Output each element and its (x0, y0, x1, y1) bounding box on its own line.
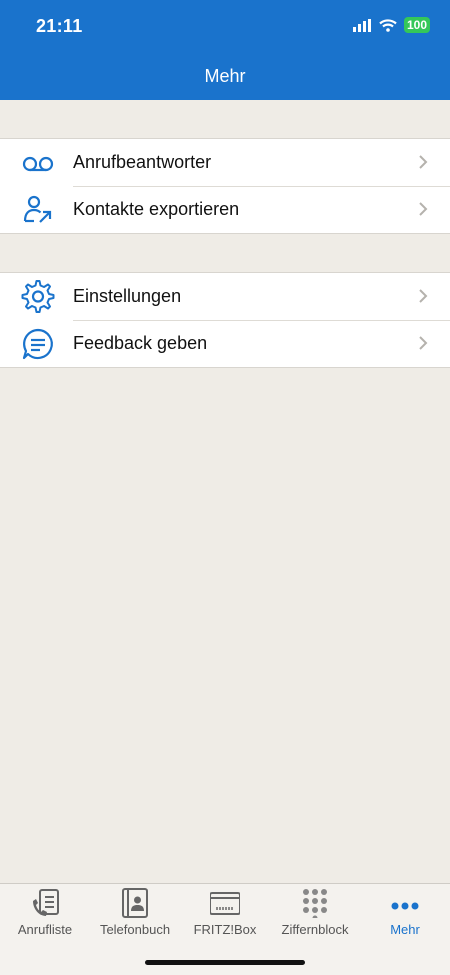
tab-telefonbuch[interactable]: Telefonbuch (90, 884, 180, 944)
menu-item-kontakte-exportieren[interactable]: Kontakte exportieren (0, 186, 450, 233)
tab-label: Anrufliste (17, 922, 73, 937)
chat-bubble-icon (22, 328, 53, 360)
menu-group-1: Anrufbeantworter Kontakte exportieren (0, 138, 450, 234)
keypad-icon (303, 889, 327, 918)
menu-item-label: Einstellungen (73, 286, 182, 306)
voicemail-icon (22, 156, 54, 172)
more-dots-icon (391, 902, 419, 910)
chevron-right-icon (419, 289, 428, 303)
tab-fritzbox[interactable]: FRITZ!Box (180, 884, 270, 944)
tab-label: Mehr (390, 922, 420, 937)
tab-ziffernblock[interactable]: Ziffernblock (270, 884, 360, 944)
gear-icon (21, 280, 55, 313)
menu-item-einstellungen[interactable]: Einstellungen (0, 273, 450, 320)
header: 21:11 100 Mehr (0, 0, 450, 100)
menu-item-label: Kontakte exportieren (73, 199, 240, 219)
chevron-right-icon (419, 336, 428, 350)
chevron-right-icon (419, 155, 428, 169)
menu-item-feedback-geben[interactable]: Feedback geben (0, 320, 450, 367)
menu-group-2: Einstellungen Feedback geben (0, 272, 450, 368)
tab-mehr[interactable]: Mehr (360, 884, 450, 944)
menu-item-anrufbeantworter[interactable]: Anrufbeantworter (0, 139, 450, 186)
menu-item-label: Feedback geben (73, 333, 208, 353)
wifi-icon (379, 18, 397, 32)
contact-export-icon (23, 195, 52, 223)
phonebook-icon (122, 888, 148, 918)
tab-anrufliste[interactable]: Anrufliste (0, 884, 90, 944)
tab-label: Telefonbuch (99, 922, 171, 937)
tab-label: Ziffernblock (281, 922, 349, 937)
status-icons: 100 (352, 17, 430, 33)
router-icon (210, 892, 240, 915)
tab-label: FRITZ!Box (193, 922, 257, 937)
menu-item-label: Anrufbeantworter (73, 152, 212, 172)
page-title: Mehr (204, 66, 246, 86)
signal-icon (352, 18, 371, 32)
battery-badge: 100 (403, 17, 430, 33)
home-indicator (145, 960, 305, 965)
call-list-icon (33, 889, 59, 916)
chevron-right-icon (419, 202, 428, 216)
status-time: 21:11 (36, 16, 83, 36)
